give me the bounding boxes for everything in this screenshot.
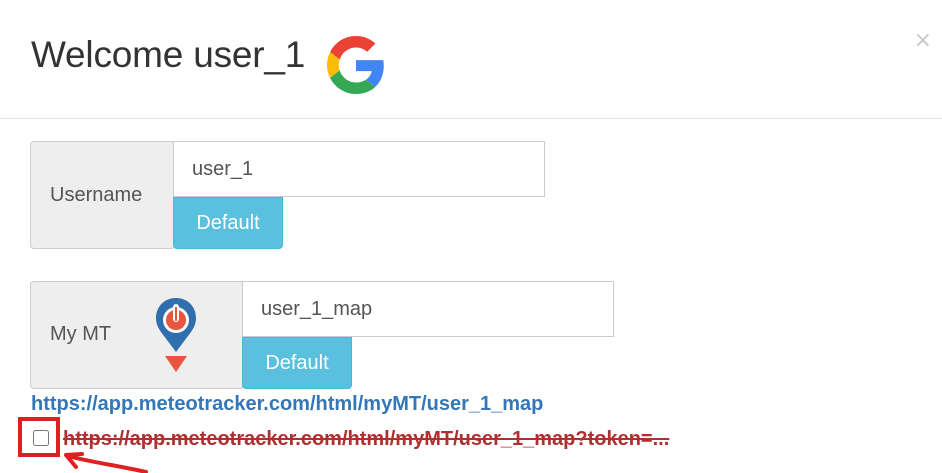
username-label: Username [50,184,143,206]
username-default-button[interactable]: Default [173,197,283,249]
my-mt-public-link[interactable]: https://app.meteotracker.com/html/myMT/u… [31,393,543,416]
modal-header: Welcome user_1 × [0,0,942,119]
meteotracker-pin-icon [156,298,196,372]
my-mt-token-link[interactable]: https://app.meteotracker.com/html/myMT/u… [63,428,669,451]
my-mt-input[interactable] [242,281,614,337]
google-icon [327,36,384,94]
my-mt-default-button[interactable]: Default [242,337,352,389]
close-button[interactable]: × [914,30,932,52]
token-checkbox[interactable] [33,430,49,446]
welcome-modal: Welcome user_1 × Username Default My MT … [0,0,942,473]
modal-title: Welcome user_1 [31,34,306,75]
username-input[interactable] [173,141,545,197]
annotation-arrow-icon [64,452,148,473]
my-mt-label: My MT [50,323,112,345]
